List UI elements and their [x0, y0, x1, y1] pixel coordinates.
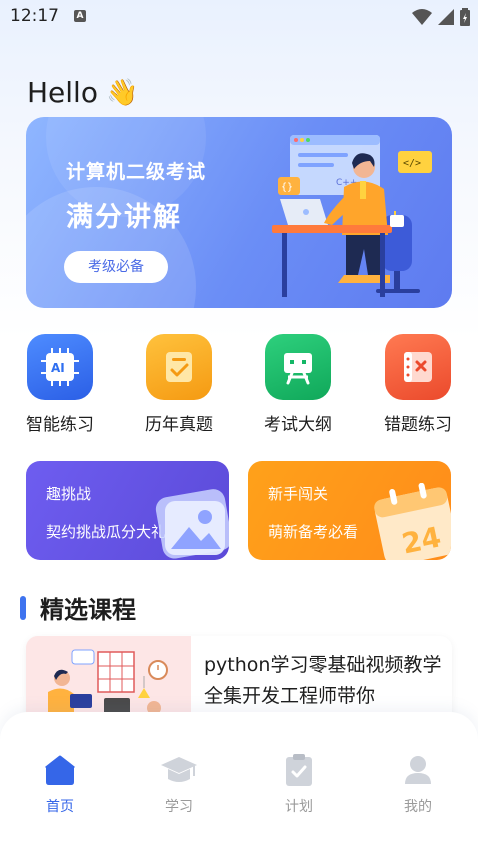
quick-actions: AI 智能练习 历年真题 考试大纲 错题练习: [0, 334, 478, 444]
quick-label: 考试大纲: [264, 415, 332, 435]
quick-label: 历年真题: [145, 415, 213, 435]
card-subtitle: 契约挑战瓜分大礼: [46, 523, 167, 541]
user-icon: [378, 752, 458, 788]
banner-title: 满分讲解: [66, 202, 182, 233]
tab-profile[interactable]: 我的: [378, 752, 458, 816]
section-title: 精选课程: [40, 596, 136, 624]
status-time: 12:17: [10, 6, 59, 26]
ai-chip-icon: AI: [27, 334, 93, 400]
greeting: Hello 👋: [27, 76, 138, 109]
quick-label: 错题练习: [384, 415, 452, 435]
nav-label: 首页: [46, 799, 74, 815]
easel-icon: [265, 334, 331, 400]
home-icon: [20, 752, 100, 788]
card-title: 新手闯关: [268, 485, 329, 503]
checklist-icon: [146, 334, 212, 400]
quick-exam-outline[interactable]: 考试大纲: [243, 334, 353, 435]
svg-text:AI: AI: [51, 361, 65, 375]
picture-icon: [155, 489, 229, 559]
banner-subtitle: 计算机二级考试: [66, 161, 207, 183]
newbie-card[interactable]: 新手闯关 萌新备考必看 24: [248, 461, 451, 560]
course-title: python学习零基础视频教学全集开发工程师带你: [204, 654, 442, 707]
waving-hand-icon: 👋: [105, 77, 139, 108]
signal-icon: [438, 9, 454, 25]
banner-button[interactable]: 考级必备: [64, 251, 168, 283]
braces-tag: {}: [281, 182, 293, 193]
battery-icon: [460, 8, 470, 26]
greeting-text: Hello: [27, 76, 98, 109]
quick-wrong-practice[interactable]: 错题练习: [363, 334, 473, 435]
status-bar: 12:17 A: [0, 0, 478, 34]
wifi-icon: [412, 9, 432, 25]
graduation-cap-icon: [139, 752, 219, 788]
wrong-book-icon: [385, 334, 451, 400]
section-accent-bar: [20, 595, 26, 620]
nav-label: 计划: [285, 799, 313, 815]
nav-label: 学习: [165, 799, 193, 815]
card-title: 趣挑战: [46, 485, 92, 503]
programmer-illustration: C++ </> {}: [272, 135, 432, 297]
quick-past-papers[interactable]: 历年真题: [124, 334, 234, 435]
clipboard-check-icon: [259, 752, 339, 788]
bottom-nav: 首页 学习 计划 我的: [0, 712, 478, 850]
challenge-card[interactable]: 趣挑战 契约挑战瓜分大礼: [26, 461, 229, 560]
promo-banner[interactable]: 计算机二级考试 满分讲解 考级必备 C++ </> {}: [26, 117, 452, 308]
quick-smart-practice[interactable]: AI 智能练习: [5, 334, 115, 435]
card-subtitle: 萌新备考必看: [268, 523, 359, 541]
code-tag: </>: [403, 158, 421, 169]
section-heading: 精选课程: [20, 590, 136, 625]
tab-study[interactable]: 学习: [139, 752, 219, 816]
tab-plan[interactable]: 计划: [259, 752, 339, 816]
calendar-icon: 24: [374, 483, 451, 560]
quick-label: 智能练习: [26, 415, 94, 435]
tab-home[interactable]: 首页: [20, 752, 100, 816]
notification-icon: A: [74, 10, 86, 22]
nav-label: 我的: [404, 799, 432, 815]
status-icons: [412, 8, 470, 26]
